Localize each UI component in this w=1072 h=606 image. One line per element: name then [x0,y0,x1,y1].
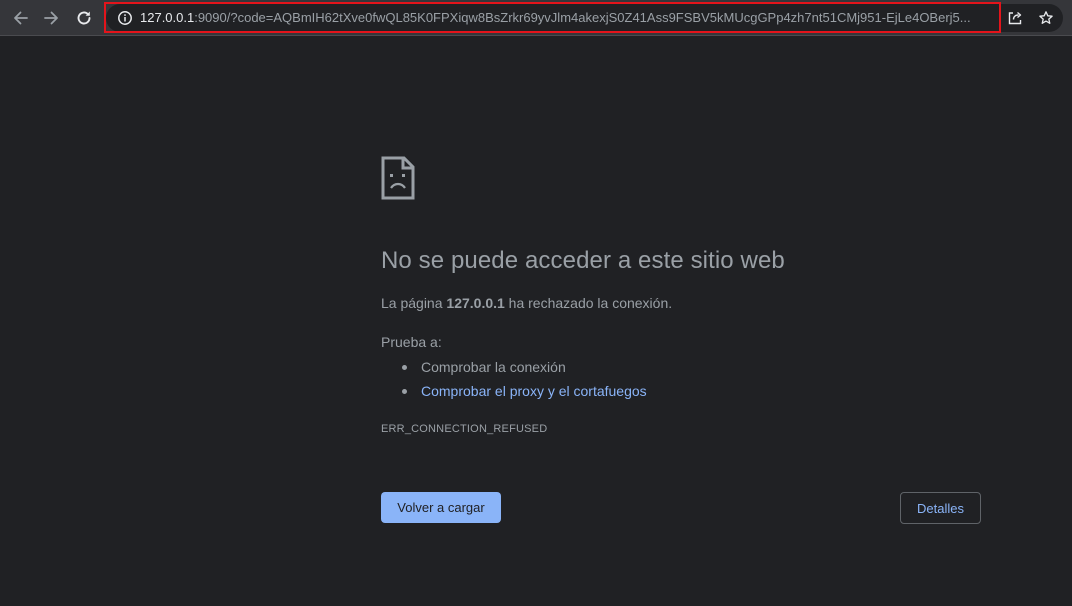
star-icon [1039,11,1053,24]
error-code: ERR_CONNECTION_REFUSED [381,423,548,435]
reload-icon [77,11,91,25]
page-title: No se puede acceder a este sitio web [381,247,785,274]
error-summary: La página 127.0.0.1 ha rechazado la cone… [381,295,672,311]
bookmark-button[interactable] [1036,8,1056,28]
forward-arrow-icon [44,11,58,25]
reload-page-button[interactable]: Volver a cargar [381,492,501,523]
reload-button[interactable] [70,4,98,32]
share-button[interactable] [1005,8,1025,28]
share-icon [1008,11,1022,25]
back-button[interactable] [6,4,34,32]
suggestions-list: Comprobar la conexión Comprobar el proxy… [381,355,647,403]
summary-host: 127.0.0.1 [446,295,505,311]
forward-button[interactable] [38,4,66,32]
url-host: 127.0.0.1 [140,10,195,25]
suggestion-check-connection: Comprobar la conexión [402,355,647,379]
suggestion-check-proxy-link[interactable]: Comprobar el proxy y el cortafuegos [402,379,647,403]
details-button[interactable]: Detalles [900,492,981,524]
suggestions-label: Prueba a: [381,334,442,350]
info-icon[interactable] [117,10,133,26]
sad-page-icon [381,156,415,200]
browser-toolbar: 127.0.0.1:9090/?code=AQBmIH62tXve0fwQL85… [0,0,1072,36]
url-text[interactable]: 127.0.0.1:9090/?code=AQBmIH62tXve0fwQL85… [140,10,996,28]
address-bar-actions [1003,4,1063,32]
summary-suffix: ha rechazado la conexión. [504,295,673,311]
back-arrow-icon [14,11,28,25]
summary-prefix: La página [381,295,447,311]
url-path: :9090/?code=AQBmIH62tXve0fwQL85K0FPXiqw8… [194,10,971,25]
address-bar[interactable]: 127.0.0.1:9090/?code=AQBmIH62tXve0fwQL85… [106,4,1030,32]
